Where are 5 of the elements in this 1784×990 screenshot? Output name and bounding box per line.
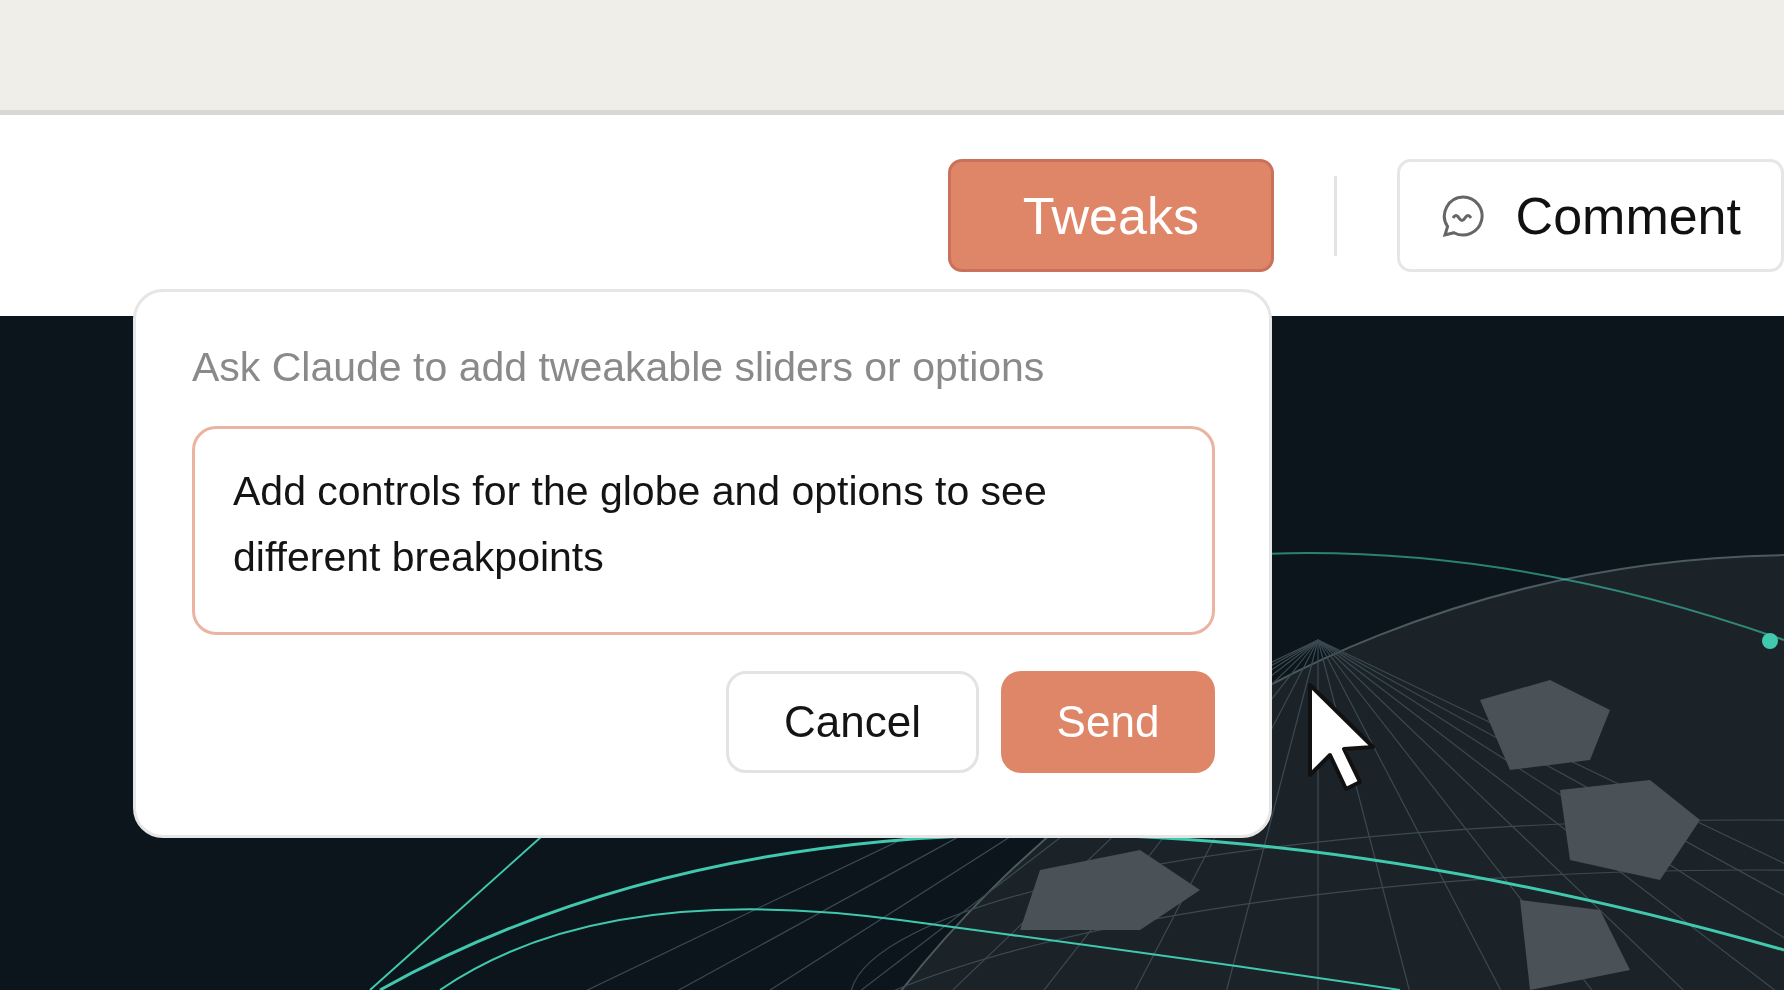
comment-button[interactable]: Comment <box>1396 159 1784 272</box>
cursor-icon <box>1308 683 1375 791</box>
prompt-field[interactable]: Add controls for the globe and options to see different breakpoints <box>192 426 1215 635</box>
popover-hint: Ask Claude to add tweakable sliders or options <box>192 344 1046 391</box>
cancel-button[interactable]: Cancel <box>726 671 979 773</box>
